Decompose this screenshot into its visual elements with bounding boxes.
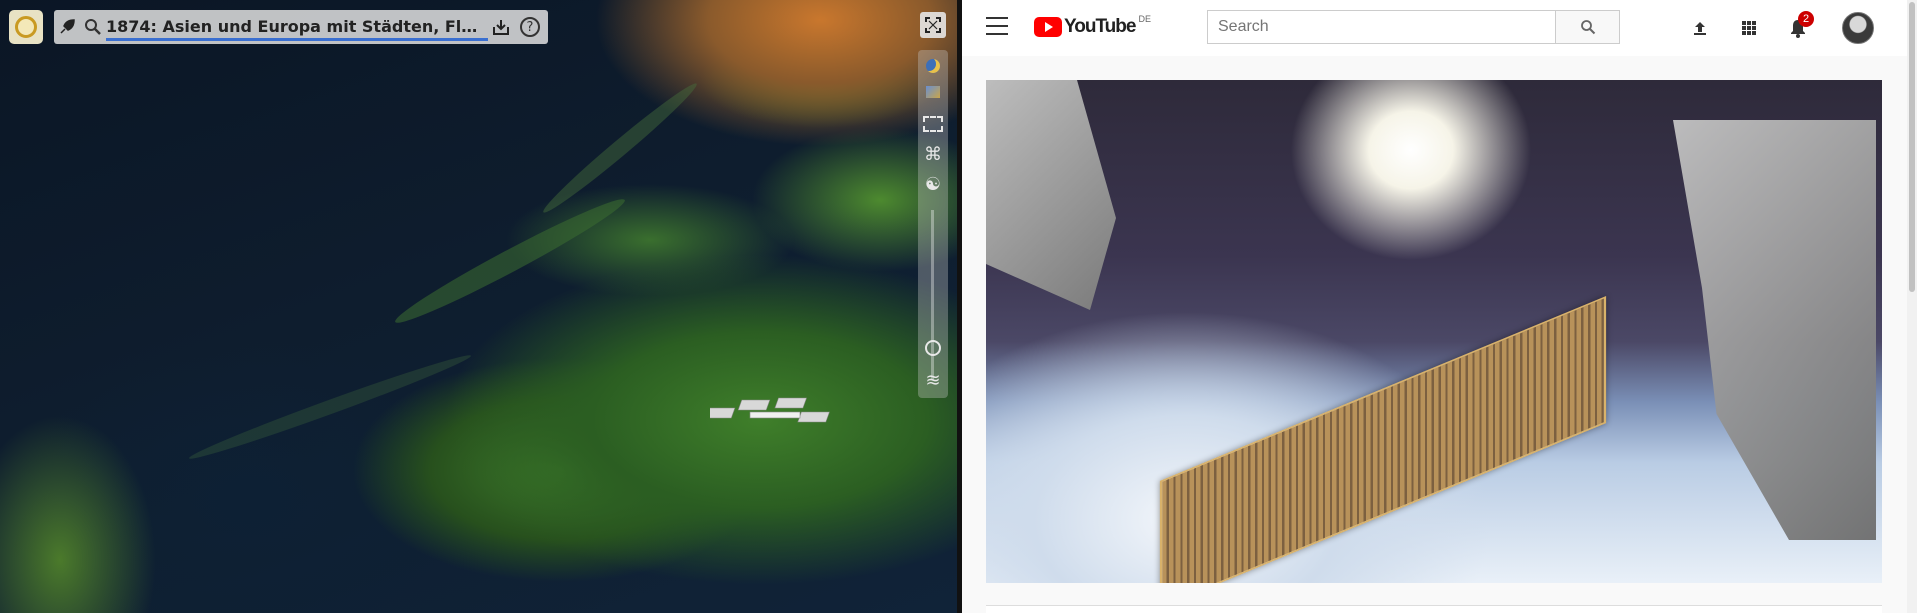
page-scrollbar[interactable] [1907,0,1917,613]
rocket-icon[interactable] [54,14,80,40]
search-button[interactable] [1555,10,1620,44]
solar-array [1159,295,1607,583]
selection-icon[interactable] [921,112,945,136]
video-info-area [986,605,1882,613]
apps-grid-icon[interactable] [1736,15,1762,41]
download-icon[interactable] [488,14,514,40]
moon-icon[interactable] [921,54,945,78]
island-chain [390,190,630,332]
youtube-play-icon [1034,17,1062,37]
youtube-header: YouTube DE 2 [962,0,1917,56]
fullscreen-icon[interactable] [920,12,946,38]
upload-icon[interactable] [1687,15,1713,41]
app-logo[interactable] [9,10,43,44]
notifications-bell-icon[interactable]: 2 [1785,11,1814,41]
youtube-logo-text: YouTube [1064,16,1136,37]
station-truss [1673,120,1876,540]
youtube-pane: YouTube DE 2 [962,0,1917,613]
menu-icon[interactable] [986,17,1008,35]
peninsula [538,77,702,219]
search-box [1207,10,1556,44]
circle-icon[interactable] [921,336,945,360]
map-title[interactable]: 1874: Asien und Europa mit Städten, Flüs… [106,17,488,41]
map-toolbar: 1874: Asien und Europa mit Städten, Flüs… [54,10,548,44]
country-code: DE [1138,14,1151,24]
wave-icon[interactable]: ≋ [921,368,945,392]
station-arm [986,80,1116,310]
video-player[interactable] [986,80,1882,583]
command-icon[interactable]: ⌘ [921,142,945,166]
help-icon[interactable]: ? [520,17,540,37]
search-input[interactable] [1208,11,1555,43]
iss-model-icon[interactable] [710,394,840,434]
scrollbar-thumb[interactable] [1909,2,1915,292]
notification-badge: 2 [1798,11,1814,27]
side-toolbar: ⌘ ☯ ≋ [918,50,948,398]
layers-icon[interactable] [921,80,945,104]
search-icon [1580,20,1595,35]
coastline-ridge [186,349,474,465]
youtube-logo[interactable]: YouTube DE [1034,14,1151,38]
globe-map-view[interactable]: 1874: Asien und Europa mit Städten, Flüs… [0,0,957,613]
magnifier-icon[interactable] [80,14,106,40]
yin-yang-icon[interactable]: ☯ [921,172,945,196]
avatar[interactable] [1842,12,1874,44]
